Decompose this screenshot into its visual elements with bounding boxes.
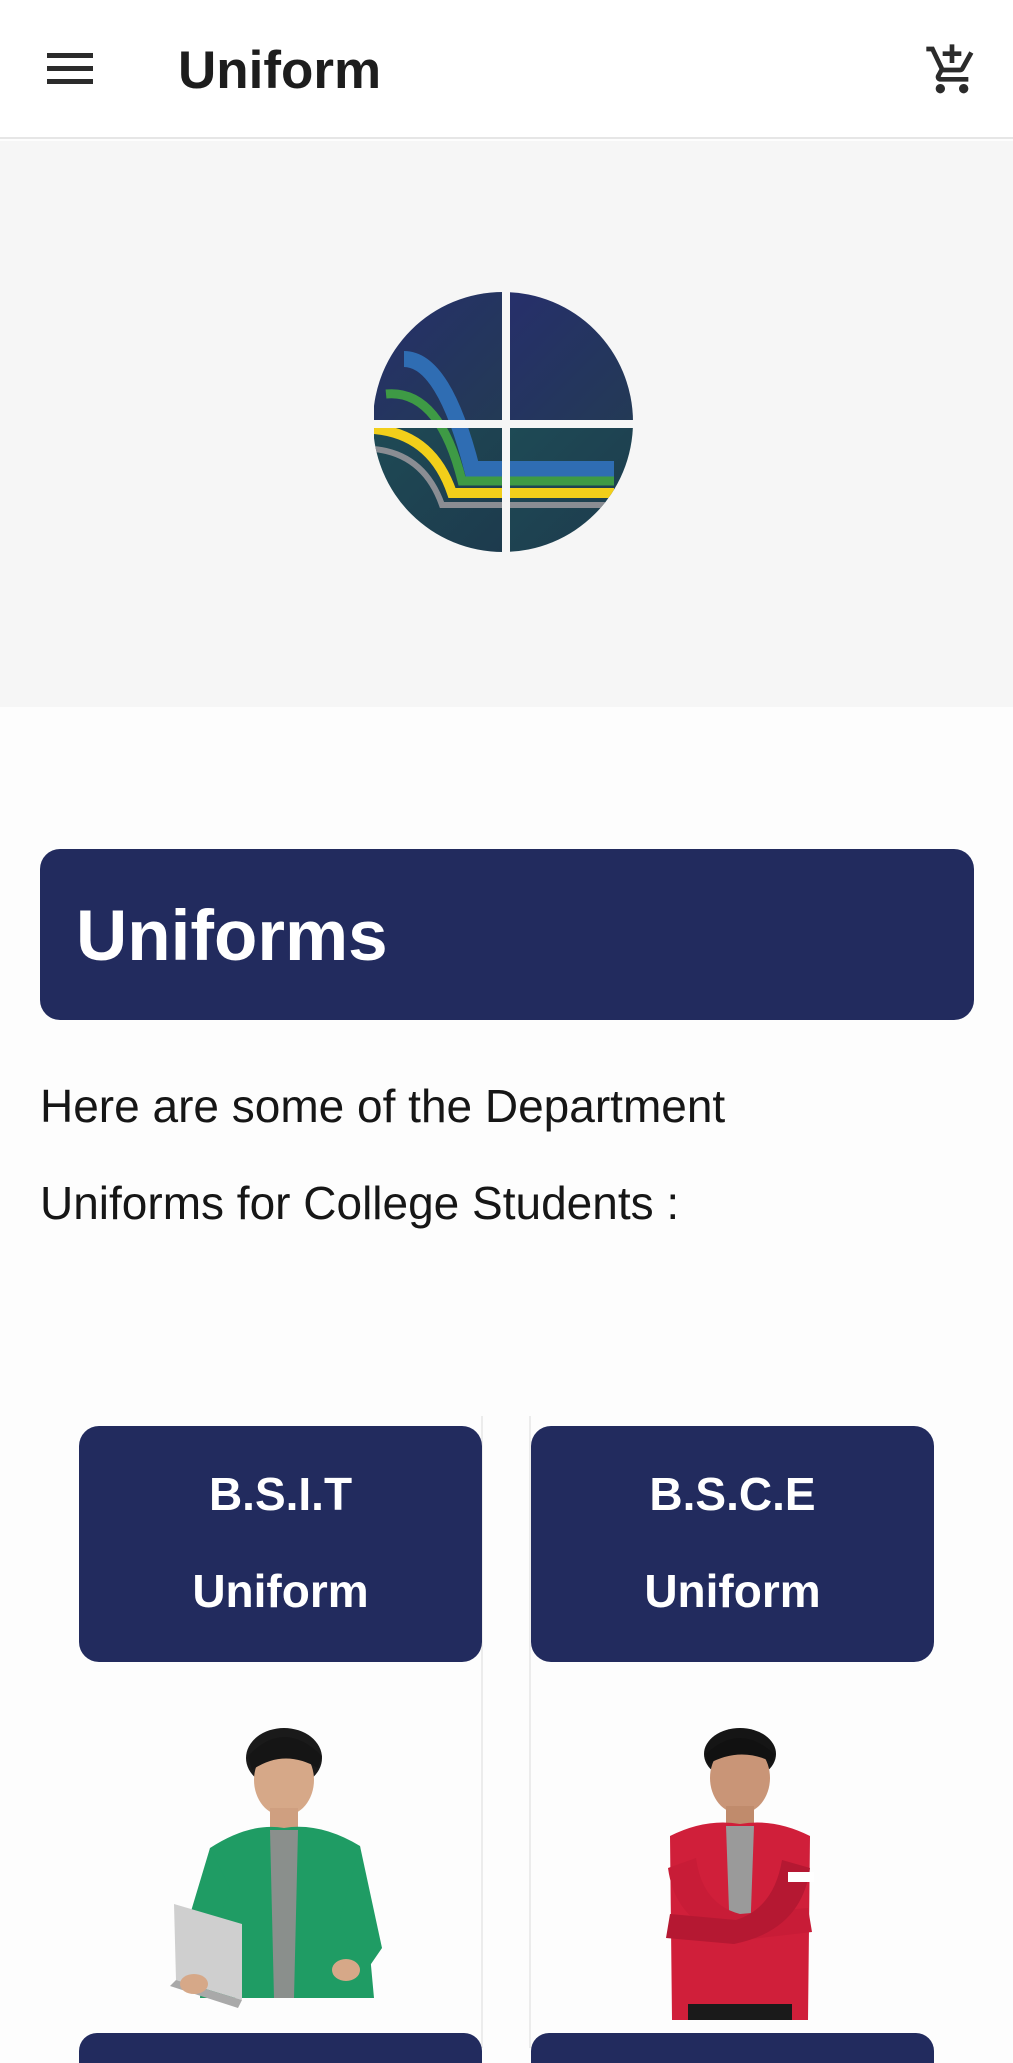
card-subtitle: Uniform [192,1565,369,1617]
intro-text: Here are some of the Department Uniforms… [40,1058,974,1252]
school-logo [374,289,640,555]
student-in-green-uniform[interactable] [160,1718,400,2020]
bsce-order-button[interactable] [531,2033,934,2063]
app-bar: Uniform [0,0,1013,139]
bsit-uniform-button[interactable]: B.S.I.T Uniform [79,1426,482,1662]
student-in-red-uniform[interactable] [612,1718,852,2020]
page-title: Uniform [178,41,382,100]
add-shopping-cart-icon [926,44,974,94]
section-header: Uniforms [40,849,974,1020]
section-title: Uniforms [76,897,388,976]
card-title: B.S.I.T [208,1468,353,1520]
bsce-uniform-button[interactable]: B.S.C.E Uniform [531,1426,934,1662]
intro-line-1: Here are some of the Department [40,1080,726,1132]
cart-button[interactable] [912,30,992,110]
hamburger-menu-icon [47,53,93,84]
card-subtitle: Uniform [644,1565,821,1617]
intro-line-2: Uniforms for College Students : [40,1177,680,1229]
menu-button[interactable] [30,36,110,102]
card-title: B.S.C.E [649,1468,816,1520]
bsit-order-button[interactable] [79,2033,482,2063]
